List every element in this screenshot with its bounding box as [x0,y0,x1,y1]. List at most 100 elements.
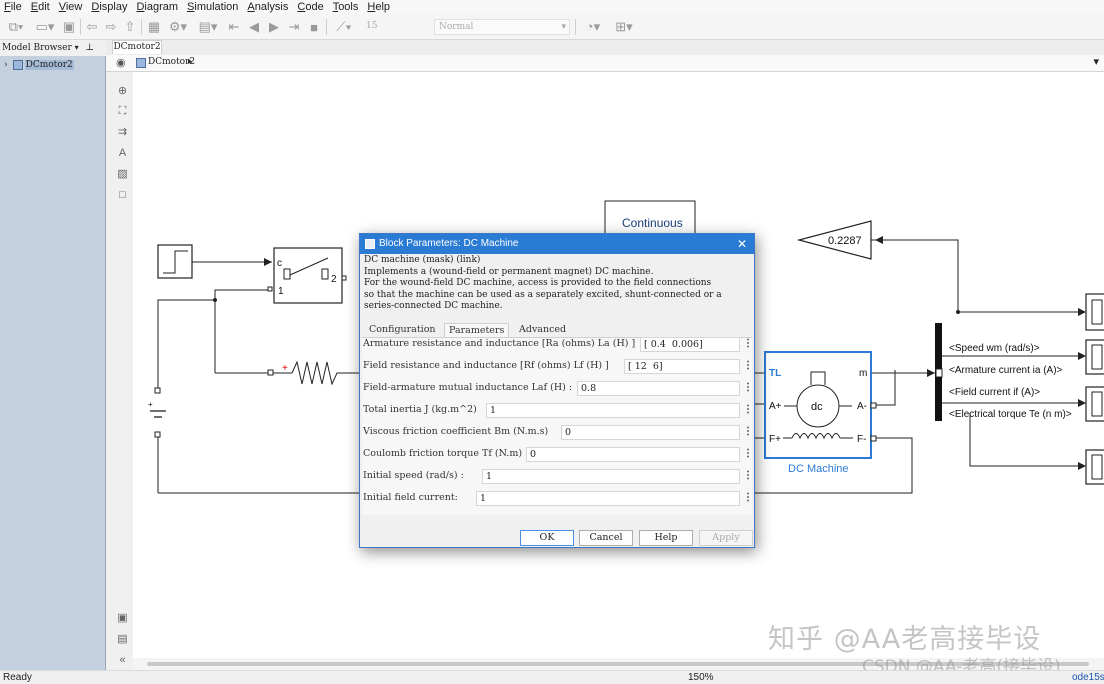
menu-edit[interactable]: Edit [31,1,50,13]
param-row: Field resistance and inductance [Rf (ohm… [362,357,753,377]
description-line: For the wound-field DC machine, access i… [364,278,712,288]
close-icon[interactable]: ✕ [737,234,747,254]
switch-port-c: c [277,258,282,269]
step-forward-icon[interactable]: ⇥ [286,18,302,36]
param-label: Initial field current: [363,492,458,503]
bus-signal-label: <Electrical torque Te (n m)> [949,409,1072,420]
more-options-icon[interactable]: ⋮ [743,361,753,371]
param-row: Initial speed (rad/s) : 1 ⋮ [362,467,753,487]
new-model-icon[interactable]: ⧉▾ [3,18,29,36]
model-browser-pane [0,56,106,670]
step-back-icon[interactable]: ⇤ [226,18,242,36]
menu-diagram[interactable]: Diagram [136,1,178,13]
simulation-mode-select[interactable]: Normal ▾ [434,19,570,35]
simulation-mode-value: Normal [439,22,474,32]
status-bar: Ready 150% ode15s [0,670,1104,684]
build-icon[interactable]: ⊞▾ [610,18,638,36]
more-options-icon[interactable]: ⋮ [743,471,753,481]
tab-dcmotor2[interactable]: DCmotor2 [112,40,162,54]
save-icon[interactable]: ▣ [60,18,78,36]
menu-view[interactable]: View [59,1,83,13]
model-settings-icon[interactable]: ⚙▾ [165,18,191,36]
resistor-plus-mark: + [282,363,288,374]
model-explorer-icon[interactable]: ▤▾ [193,18,223,36]
more-options-icon[interactable]: ⋮ [743,383,753,393]
menu-simulation[interactable]: Simulation [187,1,238,13]
pin-icon[interactable]: ⊥ [86,43,94,53]
param-row: Total inertia J (kg.m^2) 1 ⋮ [362,401,753,421]
rewind-icon[interactable]: ◀ [246,18,262,36]
collapse-icon[interactable]: « [116,653,129,666]
menu-display[interactable]: Display [91,1,127,13]
chevron-down-icon[interactable]: ▾ [1093,55,1099,68]
arrow-icon[interactable]: ⇉ [116,125,129,138]
apply-button[interactable]: Apply [699,530,753,546]
param-input[interactable]: 1 [486,403,740,418]
dialog-title: Block Parameters: DC Machine [379,238,519,249]
camera-icon[interactable]: ▣ [116,611,129,624]
battery-plus-label: + [148,400,153,409]
canvas-tools-palette [107,72,133,670]
model-browser-item-label: DCmotor2 [24,60,74,70]
ok-button[interactable]: OK [520,530,574,546]
more-options-icon[interactable]: ⋮ [743,339,753,349]
expand-arrow-icon[interactable]: › [4,60,8,70]
annotation-icon[interactable]: A [116,146,129,159]
param-input[interactable]: 0.8 [577,381,740,396]
area-icon[interactable]: □ [116,188,129,201]
param-input[interactable]: 0 [561,425,740,440]
viewer-icon[interactable]: ▤ [116,632,129,645]
description-line: so that the machine can be used as a sep… [364,289,722,300]
toolbar: ⧉▾ ▭▾ ▣ ⇦ ⇨ ⇧ ▦ ⚙▾ ▤▾ ⇤ ◀ ▶ ⇥ ■ ⟋▾ 15 No… [0,14,1104,40]
forward-icon[interactable]: ⇨ [103,18,119,36]
dialog-title-bar[interactable]: Block Parameters: DC Machine ✕ [360,234,754,254]
breadcrumb-arrow-icon: ▸ [188,56,193,66]
model-browser-item[interactable]: › DCmotor2 [4,59,74,71]
run-icon[interactable]: ▶ [266,18,282,36]
param-input[interactable]: [ 0.4 0.006] [640,337,740,352]
more-options-icon[interactable]: ⋮ [743,427,753,437]
help-button[interactable]: Help [639,530,693,546]
stop-icon[interactable]: ■ [306,18,322,36]
dc-machine-name: DC Machine [788,463,849,475]
fit-to-view-icon[interactable]: ⛶ [116,105,129,118]
back-icon[interactable]: ⇦ [84,18,100,36]
more-options-icon[interactable]: ⋮ [743,405,753,415]
param-row: Field-armature mutual inductance Laf (H)… [362,379,753,399]
param-label: Field-armature mutual inductance Laf (H)… [363,382,573,393]
param-input[interactable]: [ 12 6] [624,359,740,374]
more-options-icon[interactable]: ⋮ [743,449,753,459]
up-icon[interactable]: ⇧ [122,18,138,36]
hide-browser-icon[interactable]: ◉ [116,56,126,69]
image-icon[interactable]: ▨ [116,167,129,180]
scope-icon[interactable]: ⟋▾ [330,18,358,36]
toolbar-separator [326,19,327,35]
performance-icon[interactable]: ◔▾ [579,18,607,36]
menu-bar: File Edit View Display Diagram Simulatio… [0,0,1104,14]
watermark-zhihu: 知乎 @AA老高接毕设 [768,624,1042,655]
open-folder-icon[interactable]: ▭▾ [32,18,58,36]
param-input[interactable]: 0 [526,447,740,462]
chevron-down-icon[interactable]: ▾ [75,43,79,52]
bus-signal-label: <Field current if (A)> [949,387,1040,398]
menu-code[interactable]: Code [297,1,323,13]
menu-tools[interactable]: Tools [333,1,359,13]
solver-name[interactable]: ode15s [1072,672,1104,683]
menu-analysis[interactable]: Analysis [247,1,288,13]
param-input[interactable]: 1 [482,469,740,484]
param-input[interactable]: 1 [476,491,740,506]
model-icon [136,58,146,68]
dc-machine-port-f-plus: F+ [769,434,781,445]
param-row: Initial field current: 1 ⋮ [362,489,753,509]
zoom-icon[interactable]: ⊕ [116,84,129,97]
model-icon [12,60,23,70]
model-browser-header: Model Browser ▾ ⊥ ✕ [0,40,106,69]
library-browser-icon[interactable]: ▦ [145,18,163,36]
more-options-icon[interactable]: ⋮ [743,493,753,503]
stop-time-field[interactable]: 15 [362,19,430,35]
menu-help[interactable]: Help [367,1,390,13]
cancel-button[interactable]: Cancel [579,530,633,546]
dc-machine-port-a-plus: A+ [769,401,782,412]
dialog-description: DC machine (mask) (link) Implements a (w… [364,255,752,313]
menu-file[interactable]: File [4,1,22,13]
